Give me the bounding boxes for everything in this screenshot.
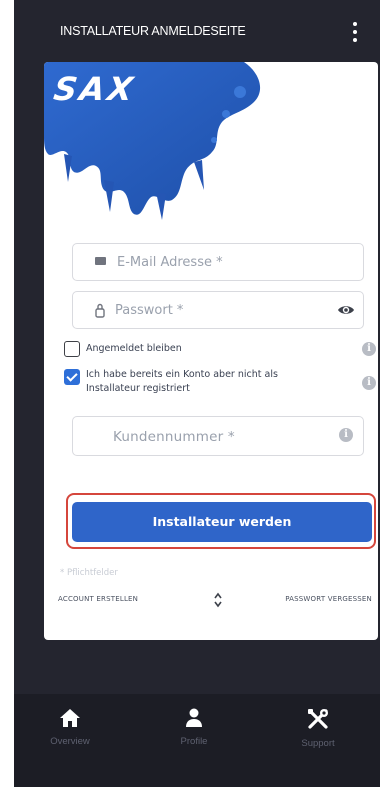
tools-icon <box>308 709 328 729</box>
person-icon <box>186 708 202 727</box>
existing-account-checkbox[interactable] <box>64 369 80 385</box>
tab-overview-label: Overview <box>50 736 90 747</box>
envelope-icon <box>95 257 106 265</box>
bottom-links: ACCOUNT ERSTELLEN PASSWORT VERGESSEN <box>58 592 372 609</box>
password-field[interactable]: Passwort * <box>72 291 364 329</box>
logo-text: SAX <box>51 70 139 108</box>
existing-account-row: Ich habe bereits ein Konto aber nicht al… <box>64 365 376 401</box>
customer-number-field[interactable]: Kundennummer * i <box>72 416 364 456</box>
app-bar: INSTALLATEUR ANMELDESEITE <box>14 0 380 62</box>
more-vert-icon[interactable] <box>350 20 360 44</box>
unfold-icon[interactable] <box>213 591 223 609</box>
tab-profile[interactable]: Profile <box>154 708 234 747</box>
remember-me-checkbox[interactable] <box>64 341 80 357</box>
tab-profile-label: Profile <box>180 736 208 747</box>
eye-icon[interactable] <box>337 302 355 318</box>
customer-number-placeholder: Kundennummer * <box>113 429 235 445</box>
tab-support-label: Support <box>301 738 335 749</box>
page-title: INSTALLATEUR ANMELDESEITE <box>60 24 246 38</box>
info-icon[interactable]: i <box>362 342 376 356</box>
bottom-tab-bar: Overview Profile Support <box>14 694 380 787</box>
login-card: SAX E-Mail Adresse * Passwort * Angemeld… <box>44 62 378 640</box>
become-installer-button[interactable]: Installateur werden <box>72 502 372 542</box>
forgot-password-link[interactable]: PASSWORT VERGESSEN <box>285 595 372 603</box>
password-placeholder: Passwort * <box>115 303 184 318</box>
tab-support[interactable]: Support <box>278 708 358 749</box>
existing-account-label[interactable]: Ich habe bereits ein Konto aber nicht al… <box>86 368 326 396</box>
email-field[interactable]: E-Mail Adresse * <box>72 243 364 281</box>
remember-me-label[interactable]: Angemeldet bleiben <box>86 342 326 356</box>
brand-logo: SAX <box>44 62 294 222</box>
required-fields-note: * Pflichtfelder <box>60 568 118 578</box>
tab-overview[interactable]: Overview <box>30 708 110 747</box>
home-icon <box>60 709 80 727</box>
lock-icon <box>95 303 105 318</box>
info-icon[interactable]: i <box>362 376 376 390</box>
create-account-link[interactable]: ACCOUNT ERSTELLEN <box>58 595 138 603</box>
info-icon[interactable]: i <box>339 428 353 442</box>
email-placeholder: E-Mail Adresse * <box>117 255 223 270</box>
app-screen: INSTALLATEUR ANMELDESEITE SAX E-Mail Adr… <box>14 0 380 787</box>
remember-me-row: Angemeldet bleiben i <box>64 339 376 359</box>
